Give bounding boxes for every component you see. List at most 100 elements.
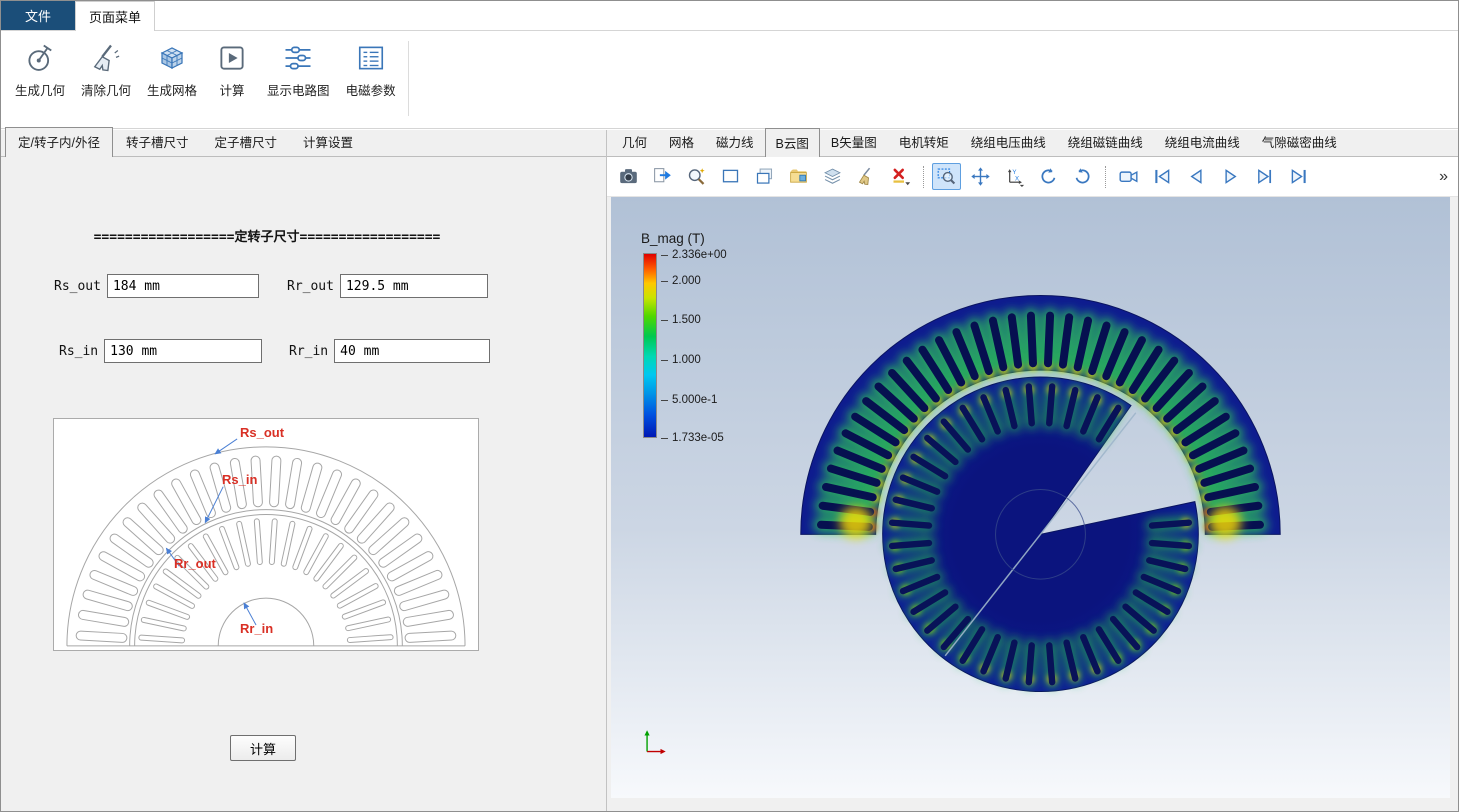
camera-icon[interactable] [614,163,643,190]
legend-tick-label: 2.000 [661,275,701,287]
tab-page-menu[interactable]: 页面菜单 [75,1,155,31]
rs-in-input[interactable] [104,339,262,363]
generate-geometry-button[interactable]: 生成几何 [7,35,73,126]
legend-tick-label: 1.733e-05 [661,432,724,444]
tab-torque[interactable]: 电机转矩 [888,127,960,156]
broom-icon [91,43,121,73]
tab-winding-voltage[interactable]: 绕组电压曲线 [960,127,1057,156]
rs-in-label: Rs_in [59,344,98,359]
field-plot-canvas[interactable] [611,197,1450,798]
ribbon-button-label: 显示电路图 [267,80,330,99]
diagram-label-rr-in: Rr_in [240,621,273,636]
ribbon-button-label: 清除几何 [81,80,131,99]
tab-stator-rotor-diameters[interactable]: 定/转子内/外径 [5,127,113,157]
graphics-viewport[interactable]: B_mag (T) 2.336e+002.0001.5001.0005.000e… [611,197,1450,798]
delete-icon[interactable] [886,163,915,190]
document-tabbar: 文件 页面菜单 [1,1,1458,31]
mesh-cube-icon [157,43,187,73]
tab-file[interactable]: 文件 [1,1,75,30]
pan-icon[interactable] [966,163,995,190]
tab-calc-settings[interactable]: 计算设置 [290,127,366,156]
diagram-label-rs-out: Rs_out [240,425,284,440]
rotate-cw-icon[interactable] [1034,163,1063,190]
tab-winding-current[interactable]: 绕组电流曲线 [1154,127,1251,156]
show-circuit-button[interactable]: 显示电路图 [259,35,338,126]
legend-tick-label: 2.336e+00 [661,249,727,261]
step-forward-icon[interactable] [1250,163,1279,190]
right-tabstrip: 几何 网格 磁力线 B云图 B矢量图 电机转矩 绕组电压曲线 绕组磁链曲线 绕组… [607,130,1458,157]
compute-button[interactable]: 计算 [205,35,259,126]
svg-text:X: X [1015,175,1019,182]
tab-b-contour[interactable]: B云图 [765,128,820,157]
legend-tick-label: 5.000e-1 [661,394,717,406]
select-frame-icon[interactable] [716,163,745,190]
go-first-icon[interactable] [1148,163,1177,190]
legend-title: B_mag (T) [641,231,705,246]
app-window: 文件 页面菜单 生成几何 清除几何 生成网格 计算 显示电路图 电磁参数 [0,0,1459,812]
tab-stator-slot-size[interactable]: 定子槽尺寸 [201,127,290,156]
rr-in-label: Rr_in [289,344,328,359]
rs-out-label: Rs_out [54,279,101,294]
zoom-extents-icon[interactable] [682,163,711,190]
clear-plot-icon[interactable] [852,163,881,190]
results-panel: 几何 网格 磁力线 B云图 B矢量图 电机转矩 绕组电压曲线 绕组磁链曲线 绕组… [607,130,1458,811]
calculate-button[interactable]: 计算 [230,735,296,761]
tab-rotor-slot-size[interactable]: 转子槽尺寸 [113,127,202,156]
copy-frame-icon[interactable] [750,163,779,190]
parameters-panel: 定/转子内/外径 转子槽尺寸 定子槽尺寸 计算设置 ==============… [1,130,607,811]
main-area: 定/转子内/外径 转子槽尺寸 定子槽尺寸 计算设置 ==============… [1,130,1458,811]
ribbon-button-label: 电磁参数 [346,80,396,99]
motor-geometry-diagram: Rs_out Rs_in Rr_out Rr_in [53,418,479,651]
rs-in-field: Rs_in [59,339,262,363]
rs-out-input[interactable] [107,274,259,298]
diagram-label-rs-in: Rs_in [222,472,257,487]
tab-flux-lines[interactable]: 磁力线 [705,127,765,156]
ribbon-button-label: 计算 [220,80,245,99]
rr-in-field: Rr_in [289,339,490,363]
toolbar-overflow-button[interactable]: » [1437,168,1450,186]
motor-sketch-canvas [54,419,478,651]
scene-objects-icon[interactable] [784,163,813,190]
diagram-label-rr-out: Rr_out [174,556,216,571]
ribbon-button-label: 生成几何 [15,80,65,99]
compass-icon [25,43,55,73]
compute-icon [217,43,247,73]
circuit-icon [283,43,313,73]
legend-colorbar: 2.336e+002.0001.5001.0005.000e-11.733e-0… [643,253,657,438]
ribbon-toolbar: 生成几何 清除几何 生成网格 计算 显示电路图 电磁参数 [1,31,1458,129]
coordinate-triad [641,727,667,760]
graphics-toolbar-icons: YX [614,163,1313,190]
ribbon-button-label: 生成网格 [147,80,197,99]
em-parameters-button[interactable]: 电磁参数 [338,35,404,126]
legend-tick-label: 1.500 [661,314,701,326]
tab-airgap-flux-density[interactable]: 气隙磁密曲线 [1251,127,1348,156]
generate-mesh-button[interactable]: 生成网格 [139,35,205,126]
export-image-icon[interactable] [648,163,677,190]
tab-winding-flux-linkage[interactable]: 绕组磁链曲线 [1057,127,1154,156]
rotate-ccw-icon[interactable] [1068,163,1097,190]
zoom-window-icon[interactable] [932,163,961,190]
tab-b-vector[interactable]: B矢量图 [820,127,888,156]
rr-out-input[interactable] [340,274,488,298]
step-back-icon[interactable] [1182,163,1211,190]
rr-out-label: Rr_out [287,279,334,294]
legend-tick-label: 1.000 [661,354,701,366]
parameter-table-icon [356,43,386,73]
left-content: ==================定转子尺寸=================… [1,157,606,811]
tab-geometry[interactable]: 几何 [611,127,658,156]
color-legend: B_mag (T) 2.336e+002.0001.5001.0005.000e… [641,231,705,438]
graphics-toolbar: YX » [607,157,1458,197]
play-icon[interactable] [1216,163,1245,190]
section-title: ==================定转子尺寸=================… [1,226,533,245]
tab-mesh[interactable]: 网格 [658,127,705,156]
axis-orientation-icon[interactable]: YX [1000,163,1029,190]
go-last-icon[interactable] [1284,163,1313,190]
left-tabstrip: 定/转子内/外径 转子槽尺寸 定子槽尺寸 计算设置 [1,130,606,157]
toolbar-separator [923,166,924,188]
rr-in-input[interactable] [334,339,490,363]
rr-out-field: Rr_out [287,274,488,298]
rs-out-field: Rs_out [54,274,259,298]
record-animation-icon[interactable] [1114,163,1143,190]
clear-geometry-button[interactable]: 清除几何 [73,35,139,126]
view-layers-icon[interactable] [818,163,847,190]
